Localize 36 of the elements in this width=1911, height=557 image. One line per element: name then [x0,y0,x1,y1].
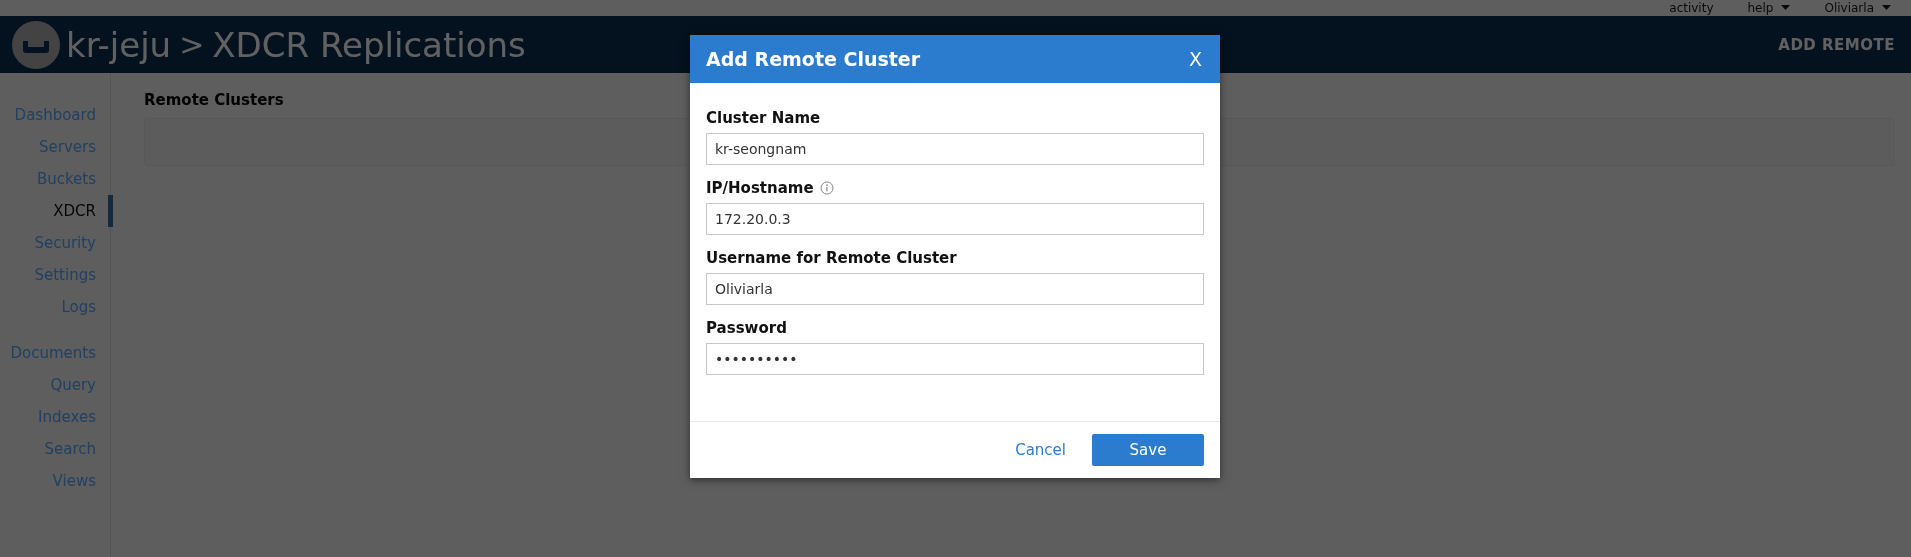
logo-icon [12,20,60,69]
sidebar-item[interactable]: Servers [39,131,113,163]
top-menu-link[interactable]: activity [1669,0,1714,16]
input-field[interactable]: 172.20.0.3 [706,203,1204,235]
caret-icon [1781,5,1791,11]
field-label: Username for Remote Cluster [706,249,957,267]
sidebar-item[interactable]: Logs [61,291,113,323]
save-button[interactable]: Save [1092,434,1204,466]
input-field[interactable]: kr-seongnam [706,133,1204,165]
sidebar-item[interactable]: Indexes [38,401,113,433]
input-field[interactable]: •••••••••• [706,343,1204,375]
close-button[interactable]: X [1186,48,1204,70]
breadcrumb-separator: > [179,27,205,62]
sidebar-item[interactable]: Security [34,227,113,259]
field-label: Password [706,319,787,337]
caret-icon [1882,5,1891,11]
sidebar-item[interactable]: XDCR [53,195,113,227]
cancel-button[interactable]: Cancel [1013,437,1068,463]
field-label: IP/Hostname [706,179,814,197]
sidebar-item[interactable]: Search [44,433,113,465]
sidebar-item[interactable]: Buckets [36,163,113,195]
sidebar-item[interactable]: Documents [10,337,113,369]
top-menu-link[interactable]: help [1747,0,1791,16]
cluster-name[interactable]: kr-jeju [66,24,172,65]
section-title: Remote Clusters [144,91,285,109]
page-title: XDCR Replications [212,24,526,65]
top-menu-link[interactable]: Oliviarla [1824,0,1891,16]
dialog-title: Add Remote Cluster [706,48,921,70]
add-remote-link[interactable]: ADD REMOTE [1778,35,1899,54]
info-icon[interactable] [819,181,834,195]
sidebar-item[interactable]: Settings [34,259,113,291]
field-label: Cluster Name [706,109,821,127]
input-field[interactable]: Oliviarla [706,273,1204,305]
sidebar-item[interactable]: Views [52,465,113,497]
sidebar-item[interactable]: Dashboard [14,99,113,131]
sidebar-item[interactable]: Query [50,369,113,401]
